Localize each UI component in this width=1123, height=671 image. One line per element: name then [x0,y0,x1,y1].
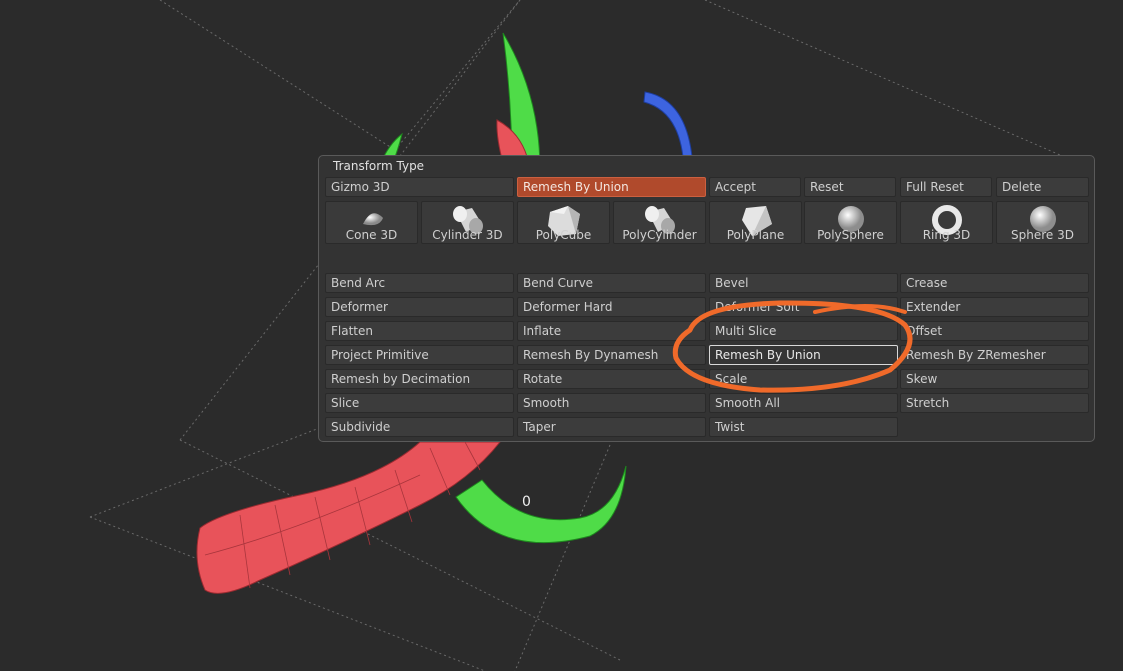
viewport-counter: 0 [522,494,531,510]
transform-type-panel: Transform Type Gizmo 3D Remesh By Union … [318,155,1095,442]
deformer-scale[interactable]: Scale [709,369,898,389]
primitive-polycube[interactable]: PolyCube [517,201,610,244]
primitive-polyplane[interactable]: PolyPlane [709,201,802,244]
deformer-taper[interactable]: Taper [517,417,706,437]
deformer-subdivide[interactable]: Subdivide [325,417,514,437]
deformer-remesh-by-decimation[interactable]: Remesh by Decimation [325,369,514,389]
primitive-cylinder-3d[interactable]: Cylinder 3D [421,201,514,244]
delete-button[interactable]: Delete [996,177,1089,197]
primitive-polysphere[interactable]: PolySphere [804,201,897,244]
deformer-bend-arc[interactable]: Bend Arc [325,273,514,293]
primitive-label: Cylinder 3D [432,228,503,242]
deformer-stretch[interactable]: Stretch [900,393,1089,413]
red-tube-mesh [196,441,502,594]
deformer-multi-slice[interactable]: Multi Slice [709,321,898,341]
primitive-label: Cone 3D [345,228,398,242]
remesh-by-union-active-button[interactable]: Remesh By Union [517,177,706,197]
deformer-rotate[interactable]: Rotate [517,369,706,389]
primitive-label: Sphere 3D [1011,228,1074,242]
deformer-smooth[interactable]: Smooth [517,393,706,413]
accept-button[interactable]: Accept [709,177,801,197]
green-curve-mesh [455,465,627,544]
deformer-remesh-by-dynamesh[interactable]: Remesh By Dynamesh [517,345,706,365]
reset-button[interactable]: Reset [804,177,896,197]
deformer-offset[interactable]: Offset [900,321,1089,341]
deformer-twist[interactable]: Twist [709,417,898,437]
deformer-smooth-all[interactable]: Smooth All [709,393,898,413]
primitive-label: PolyPlane [726,228,785,242]
deformer-bevel[interactable]: Bevel [709,273,898,293]
deformer-crease[interactable]: Crease [900,273,1089,293]
primitive-label: PolyCylinder [622,228,697,242]
primitive-cone-3d[interactable]: Cone 3D [325,201,418,244]
deformer-bend-curve[interactable]: Bend Curve [517,273,706,293]
primitive-label: Ring 3D [922,228,971,242]
deformer-flatten[interactable]: Flatten [325,321,514,341]
gizmo-3d-button[interactable]: Gizmo 3D [325,177,514,197]
deformer-deformer[interactable]: Deformer [325,297,514,317]
primitive-ring-3d[interactable]: Ring 3D [900,201,993,244]
deformer-remesh-by-zremesher[interactable]: Remesh By ZRemesher [900,345,1089,365]
panel-title: Transform Type [333,159,425,173]
primitive-label: PolyCube [535,228,592,242]
deformer-slice[interactable]: Slice [325,393,514,413]
primitive-sphere-3d[interactable]: Sphere 3D [996,201,1089,244]
deformer-project-primitive[interactable]: Project Primitive [325,345,514,365]
deformer-inflate[interactable]: Inflate [517,321,706,341]
deformer-skew[interactable]: Skew [900,369,1089,389]
primitive-polycylinder[interactable]: PolyCylinder [613,201,706,244]
primitive-label: PolySphere [817,228,884,242]
full-reset-button[interactable]: Full Reset [900,177,992,197]
deformer-deformer-hard[interactable]: Deformer Hard [517,297,706,317]
deformer-deformer-soft[interactable]: Deformer Soft [709,297,898,317]
deformer-extender[interactable]: Extender [900,297,1089,317]
deformer-remesh-by-union[interactable]: Remesh By Union [709,345,898,365]
